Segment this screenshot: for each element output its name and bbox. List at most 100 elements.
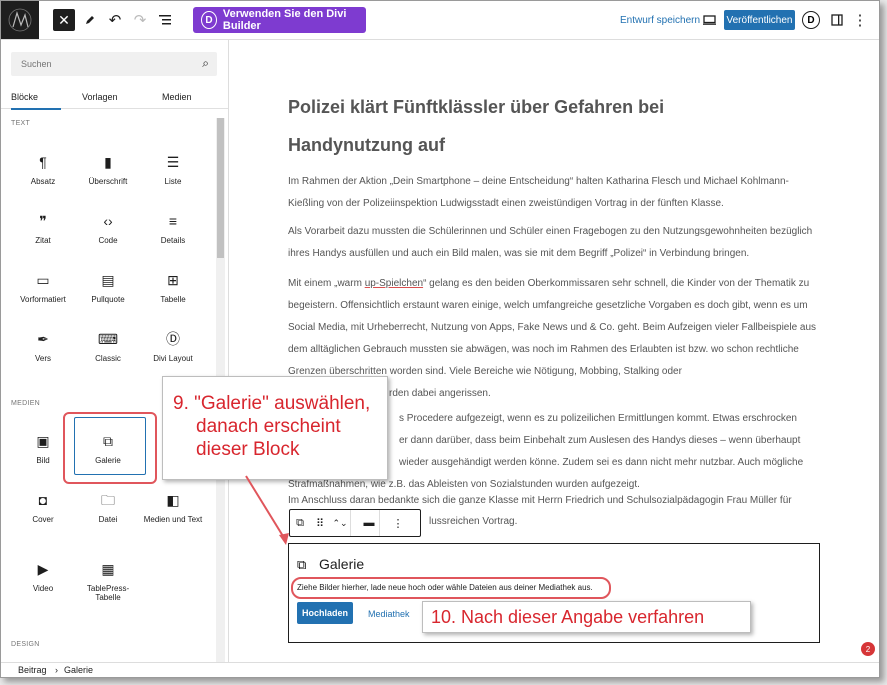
preview-button[interactable] xyxy=(700,9,718,31)
block-tablepress[interactable]: ▦ TablePress-Tabelle xyxy=(78,558,138,602)
move-up-down-icon[interactable]: ⌃⌄ xyxy=(330,518,350,529)
publish-button[interactable]: Veröffentlichen xyxy=(724,10,795,30)
block-cover[interactable]: ◘ Cover xyxy=(13,489,73,524)
block-code[interactable]: ‹› Code xyxy=(78,210,138,245)
logo-icon xyxy=(8,8,32,32)
block-label: Video xyxy=(32,584,54,593)
block-label: Datei xyxy=(98,515,118,524)
block-label: TablePress-Tabelle xyxy=(86,584,130,602)
block-search-input[interactable]: Suchen ⌕ xyxy=(11,52,217,76)
block-image[interactable]: ▣ Bild xyxy=(13,430,73,465)
settings-sidebar-button[interactable] xyxy=(828,9,846,31)
block-label: Cover xyxy=(32,515,54,524)
list-view-icon xyxy=(159,15,171,25)
block-label: Vers xyxy=(34,354,51,363)
video-icon: ▶ xyxy=(37,561,49,577)
block-label: Liste xyxy=(164,177,182,186)
sidebar-toggle-icon xyxy=(831,14,843,26)
paragraph-2[interactable]: Als Vorarbeit dazu mussten die Schülerin… xyxy=(288,221,818,265)
close-icon: ✕ xyxy=(58,11,70,28)
section-title-design: DESIGN xyxy=(11,641,40,648)
section-title-media: MEDIEN xyxy=(11,400,41,407)
feather-icon: ✒ xyxy=(37,331,49,347)
tab-media[interactable]: Medien xyxy=(162,86,192,108)
block-classic[interactable]: ⌨ Classic xyxy=(78,328,138,363)
site-logo[interactable] xyxy=(1,1,39,39)
preformatted-icon: ▭ xyxy=(36,272,50,288)
block-label: Zitat xyxy=(35,236,51,245)
divi-builder-label: Verwenden Sie den Divi Builder xyxy=(222,8,347,32)
folder-icon: 🗀 xyxy=(101,492,115,508)
block-quote[interactable]: ❞ Zitat xyxy=(13,210,73,245)
block-divi-layout[interactable]: Ⓓ Divi Layout xyxy=(143,328,203,363)
breadcrumb-gallery[interactable]: Galerie xyxy=(64,665,93,675)
notification-badge[interactable]: 2 xyxy=(861,642,875,656)
block-list[interactable]: ☰ Liste xyxy=(143,151,203,186)
divi-logo-icon: Ⓓ xyxy=(166,331,180,347)
block-pullquote[interactable]: ▤ Pullquote xyxy=(78,269,138,304)
block-gallery[interactable]: ⧉ Galerie xyxy=(78,430,138,465)
callout-step-10: 10. Nach dieser Angabe verfahren xyxy=(422,601,751,633)
tablepress-icon: ▦ xyxy=(101,561,115,577)
divi-settings-icon[interactable]: D xyxy=(802,11,820,29)
tab-patterns[interactable]: Vorlagen xyxy=(82,86,118,108)
callout-step-9-line-2: danach erscheint xyxy=(196,416,341,437)
media-library-button[interactable]: Mediathek xyxy=(368,609,410,619)
gallery-icon: ⧉ xyxy=(297,557,307,572)
keyboard-icon: ⌨ xyxy=(97,331,119,347)
pencil-icon xyxy=(86,16,94,24)
block-file[interactable]: 🗀 Datei xyxy=(78,489,138,524)
paragraph-4-line-2: er dann darüber, dass beim Einbehalt zum… xyxy=(399,435,801,446)
redo-button[interactable]: ↷ xyxy=(131,9,149,31)
tools-button[interactable] xyxy=(81,9,99,31)
search-icon: ⌕ xyxy=(202,56,209,70)
paragraph-4[interactable]: s Procedere aufgezeigt, wenn es zu poliz… xyxy=(399,408,819,474)
block-preformatted[interactable]: ▭ Vorformatiert xyxy=(13,269,73,304)
callout-arrow xyxy=(245,475,289,545)
undo-button[interactable]: ↶ xyxy=(106,9,124,31)
upload-button[interactable]: Hochladen xyxy=(297,602,353,624)
breadcrumb: Beitrag › Galerie xyxy=(1,662,879,677)
block-media-text[interactable]: ◧ Medien und Text xyxy=(143,489,203,524)
pullquote-icon: ▤ xyxy=(101,272,115,288)
callout-step-9-line-3: dieser Block xyxy=(196,439,300,460)
align-icon[interactable]: ▬ xyxy=(359,517,379,529)
cover-icon: ◘ xyxy=(38,492,48,508)
block-heading[interactable]: ▮ Überschrift xyxy=(78,151,138,186)
breadcrumb-post[interactable]: Beitrag xyxy=(18,665,47,675)
block-video[interactable]: ▶ Video xyxy=(13,558,73,593)
divi-builder-button[interactable]: D Verwenden Sie den Divi Builder xyxy=(193,7,366,33)
drag-handle-icon[interactable]: ⠿ xyxy=(310,517,330,530)
list-icon: ☰ xyxy=(166,154,180,170)
options-menu-button[interactable]: ⋮ xyxy=(852,9,868,31)
document-overview-button[interactable] xyxy=(156,9,174,31)
block-label: Details xyxy=(160,236,186,245)
block-table[interactable]: ⊞ Tabelle xyxy=(143,269,203,304)
more-options-icon[interactable]: ⋮ xyxy=(388,517,408,530)
desktop-icon xyxy=(702,15,716,25)
post-title[interactable]: Polizei klärt Fünftklässler über Gefahre… xyxy=(288,88,758,164)
section-title-text: TEXT xyxy=(11,120,31,127)
block-label: Pullquote xyxy=(91,295,125,304)
details-icon: ≡ xyxy=(168,213,178,229)
block-toolbar: ⧉ ⠿ ⌃⌄ ▬ ⋮ xyxy=(289,509,421,537)
paragraph-1[interactable]: Im Rahmen der Aktion „Dein Smartphone – … xyxy=(288,171,818,215)
block-label: Überschrift xyxy=(88,177,128,186)
toolbar-divider xyxy=(350,510,359,536)
block-paragraph[interactable]: ¶ Absatz xyxy=(13,151,73,186)
save-draft-link[interactable]: Entwurf speichern xyxy=(620,15,700,26)
block-label: Galerie xyxy=(95,456,121,465)
block-label: Tabelle xyxy=(160,295,186,304)
block-label: Medien und Text xyxy=(143,515,203,524)
inserter-tabs: Blöcke Vorlagen Medien xyxy=(1,86,228,110)
paragraph-3-text-b: “ gelang es den beiden Oberkommissaren s… xyxy=(288,278,817,377)
block-label: Vorformatiert xyxy=(20,295,66,304)
media-text-icon: ◧ xyxy=(166,492,180,508)
tab-blocks[interactable]: Blöcke xyxy=(11,86,61,110)
undo-icon: ↶ xyxy=(108,12,122,29)
sidebar-scrollbar-thumb[interactable] xyxy=(217,118,224,258)
more-vertical-icon: ⋮ xyxy=(852,12,868,29)
close-inserter-button[interactable]: ✕ xyxy=(53,9,75,31)
block-details[interactable]: ≡ Details xyxy=(143,210,203,245)
block-verse[interactable]: ✒ Vers xyxy=(13,328,73,363)
